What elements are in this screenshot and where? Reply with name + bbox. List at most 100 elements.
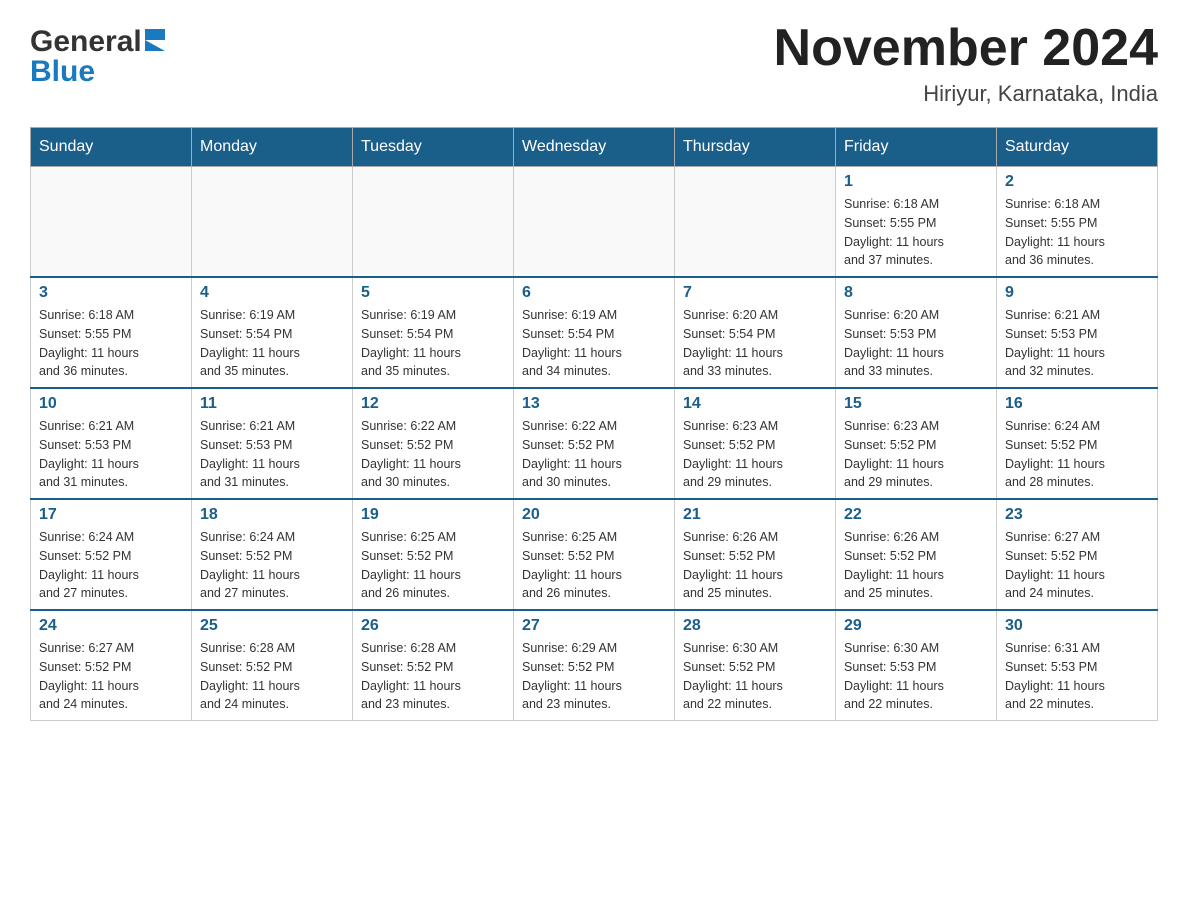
day-number: 21 xyxy=(683,506,827,524)
day-info: Sunrise: 6:31 AMSunset: 5:53 PMDaylight:… xyxy=(1005,639,1149,714)
calendar-cell xyxy=(514,167,675,278)
calendar-cell: 23Sunrise: 6:27 AMSunset: 5:52 PMDayligh… xyxy=(997,499,1158,610)
header-tuesday: Tuesday xyxy=(353,128,514,167)
calendar-cell: 1 Sunrise: 6:18 AMSunset: 5:55 PMDaylight… xyxy=(836,167,997,278)
calendar-cell: 22 Sunrise: 6:26 AMSunset: 5:52 PMDayligh… xyxy=(836,499,997,610)
calendar-cell: 21 Sunrise: 6:26 AMSunset: 5:52 PMDayligh… xyxy=(675,499,836,610)
header-friday: Friday xyxy=(836,128,997,167)
calendar-cell: 5 Sunrise: 6:19 AMSunset: 5:54 PMDaylight… xyxy=(353,277,514,388)
day-number: 11 xyxy=(200,395,344,413)
day-number: 22 xyxy=(844,506,988,524)
header-saturday: Saturday xyxy=(997,128,1158,167)
calendar-week-1: 1 Sunrise: 6:18 AMSunset: 5:55 PMDaylight… xyxy=(31,167,1158,278)
day-number: 7 xyxy=(683,284,827,302)
day-info: Sunrise: 6:23 AMSunset: 5:52 PMDaylight:… xyxy=(683,417,827,492)
calendar-cell: 20 Sunrise: 6:25 AMSunset: 5:52 PMDayligh… xyxy=(514,499,675,610)
day-number: 26 xyxy=(361,617,505,635)
calendar-cell: 28 Sunrise: 6:30 AMSunset: 5:52 PMDayligh… xyxy=(675,610,836,721)
calendar-cell: 2 Sunrise: 6:18 AMSunset: 5:55 PMDaylight… xyxy=(997,167,1158,278)
calendar-week-2: 3Sunrise: 6:18 AMSunset: 5:55 PMDaylight… xyxy=(31,277,1158,388)
page-header: General Blue November 2024 Hiriyur, Karn… xyxy=(30,20,1158,107)
day-number: 13 xyxy=(522,395,666,413)
day-number: 4 xyxy=(200,284,344,302)
calendar-week-4: 17Sunrise: 6:24 AMSunset: 5:52 PMDayligh… xyxy=(31,499,1158,610)
day-number: 27 xyxy=(522,617,666,635)
calendar-cell: 17Sunrise: 6:24 AMSunset: 5:52 PMDayligh… xyxy=(31,499,192,610)
day-info: Sunrise: 6:21 AMSunset: 5:53 PMDaylight:… xyxy=(200,417,344,492)
page-subtitle: Hiriyur, Karnataka, India xyxy=(774,81,1158,107)
day-info: Sunrise: 6:21 AMSunset: 5:53 PMDaylight:… xyxy=(39,417,183,492)
calendar-cell: 29 Sunrise: 6:30 AMSunset: 5:53 PMDayligh… xyxy=(836,610,997,721)
day-number: 29 xyxy=(844,617,988,635)
calendar-cell: 15 Sunrise: 6:23 AMSunset: 5:52 PMDayligh… xyxy=(836,388,997,499)
calendar-cell: 16 Sunrise: 6:24 AMSunset: 5:52 PMDayligh… xyxy=(997,388,1158,499)
day-info: Sunrise: 6:24 AMSunset: 5:52 PMDaylight:… xyxy=(1005,417,1149,492)
day-info: Sunrise: 6:30 AMSunset: 5:52 PMDaylight:… xyxy=(683,639,827,714)
day-info: Sunrise: 6:19 AMSunset: 5:54 PMDaylight:… xyxy=(361,306,505,381)
day-info: Sunrise: 6:24 AMSunset: 5:52 PMDaylight:… xyxy=(200,528,344,603)
day-info: Sunrise: 6:23 AMSunset: 5:52 PMDaylight:… xyxy=(844,417,988,492)
day-info: Sunrise: 6:26 AMSunset: 5:52 PMDaylight:… xyxy=(844,528,988,603)
day-info: Sunrise: 6:21 AMSunset: 5:53 PMDaylight:… xyxy=(1005,306,1149,381)
day-info: Sunrise: 6:27 AMSunset: 5:52 PMDaylight:… xyxy=(39,639,183,714)
day-info: Sunrise: 6:25 AMSunset: 5:52 PMDaylight:… xyxy=(522,528,666,603)
day-number: 12 xyxy=(361,395,505,413)
header-thursday: Thursday xyxy=(675,128,836,167)
calendar-cell xyxy=(192,167,353,278)
calendar-table: Sunday Monday Tuesday Wednesday Thursday… xyxy=(30,127,1158,721)
day-info: Sunrise: 6:26 AMSunset: 5:52 PMDaylight:… xyxy=(683,528,827,603)
day-number: 9 xyxy=(1005,284,1149,302)
day-number: 30 xyxy=(1005,617,1149,635)
day-number: 2 xyxy=(1005,173,1149,191)
day-info: Sunrise: 6:28 AMSunset: 5:52 PMDaylight:… xyxy=(361,639,505,714)
day-info: Sunrise: 6:18 AMSunset: 5:55 PMDaylight:… xyxy=(844,195,988,270)
calendar-cell: 30 Sunrise: 6:31 AMSunset: 5:53 PMDayligh… xyxy=(997,610,1158,721)
calendar-cell xyxy=(353,167,514,278)
day-number: 6 xyxy=(522,284,666,302)
day-number: 14 xyxy=(683,395,827,413)
logo-general-text: General xyxy=(30,25,142,59)
day-number: 1 xyxy=(844,173,988,191)
calendar-header-row: Sunday Monday Tuesday Wednesday Thursday… xyxy=(31,128,1158,167)
day-number: 20 xyxy=(522,506,666,524)
day-info: Sunrise: 6:22 AMSunset: 5:52 PMDaylight:… xyxy=(522,417,666,492)
calendar-cell: 6 Sunrise: 6:19 AMSunset: 5:54 PMDaylight… xyxy=(514,277,675,388)
day-number: 19 xyxy=(361,506,505,524)
logo: General Blue xyxy=(30,20,165,89)
day-info: Sunrise: 6:19 AMSunset: 5:54 PMDaylight:… xyxy=(200,306,344,381)
day-info: Sunrise: 6:29 AMSunset: 5:52 PMDaylight:… xyxy=(522,639,666,714)
calendar-cell: 24 Sunrise: 6:27 AMSunset: 5:52 PMDayligh… xyxy=(31,610,192,721)
calendar-cell: 14 Sunrise: 6:23 AMSunset: 5:52 PMDayligh… xyxy=(675,388,836,499)
day-info: Sunrise: 6:18 AMSunset: 5:55 PMDaylight:… xyxy=(1005,195,1149,270)
logo-blue-text: Blue xyxy=(30,55,95,89)
day-info: Sunrise: 6:28 AMSunset: 5:52 PMDaylight:… xyxy=(200,639,344,714)
calendar-cell: 9 Sunrise: 6:21 AMSunset: 5:53 PMDaylight… xyxy=(997,277,1158,388)
title-block: November 2024 Hiriyur, Karnataka, India xyxy=(774,20,1158,107)
day-number: 5 xyxy=(361,284,505,302)
day-number: 15 xyxy=(844,395,988,413)
day-number: 25 xyxy=(200,617,344,635)
day-info: Sunrise: 6:25 AMSunset: 5:52 PMDaylight:… xyxy=(361,528,505,603)
day-number: 3 xyxy=(39,284,183,302)
header-monday: Monday xyxy=(192,128,353,167)
calendar-cell: 27 Sunrise: 6:29 AMSunset: 5:52 PMDayligh… xyxy=(514,610,675,721)
day-info: Sunrise: 6:19 AMSunset: 5:54 PMDaylight:… xyxy=(522,306,666,381)
day-number: 24 xyxy=(39,617,183,635)
header-sunday: Sunday xyxy=(31,128,192,167)
day-number: 28 xyxy=(683,617,827,635)
day-number: 23 xyxy=(1005,506,1149,524)
calendar-cell xyxy=(675,167,836,278)
logo-flag-icon xyxy=(145,29,165,51)
calendar-cell: 4 Sunrise: 6:19 AMSunset: 5:54 PMDaylight… xyxy=(192,277,353,388)
header-wednesday: Wednesday xyxy=(514,128,675,167)
calendar-cell: 13 Sunrise: 6:22 AMSunset: 5:52 PMDayligh… xyxy=(514,388,675,499)
calendar-week-5: 24 Sunrise: 6:27 AMSunset: 5:52 PMDayligh… xyxy=(31,610,1158,721)
calendar-week-3: 10 Sunrise: 6:21 AMSunset: 5:53 PMDayligh… xyxy=(31,388,1158,499)
page-title: November 2024 xyxy=(774,20,1158,77)
day-number: 16 xyxy=(1005,395,1149,413)
day-number: 10 xyxy=(39,395,183,413)
calendar-cell: 8Sunrise: 6:20 AMSunset: 5:53 PMDaylight… xyxy=(836,277,997,388)
calendar-cell: 12Sunrise: 6:22 AMSunset: 5:52 PMDayligh… xyxy=(353,388,514,499)
day-info: Sunrise: 6:30 AMSunset: 5:53 PMDaylight:… xyxy=(844,639,988,714)
calendar-cell: 25 Sunrise: 6:28 AMSunset: 5:52 PMDayligh… xyxy=(192,610,353,721)
